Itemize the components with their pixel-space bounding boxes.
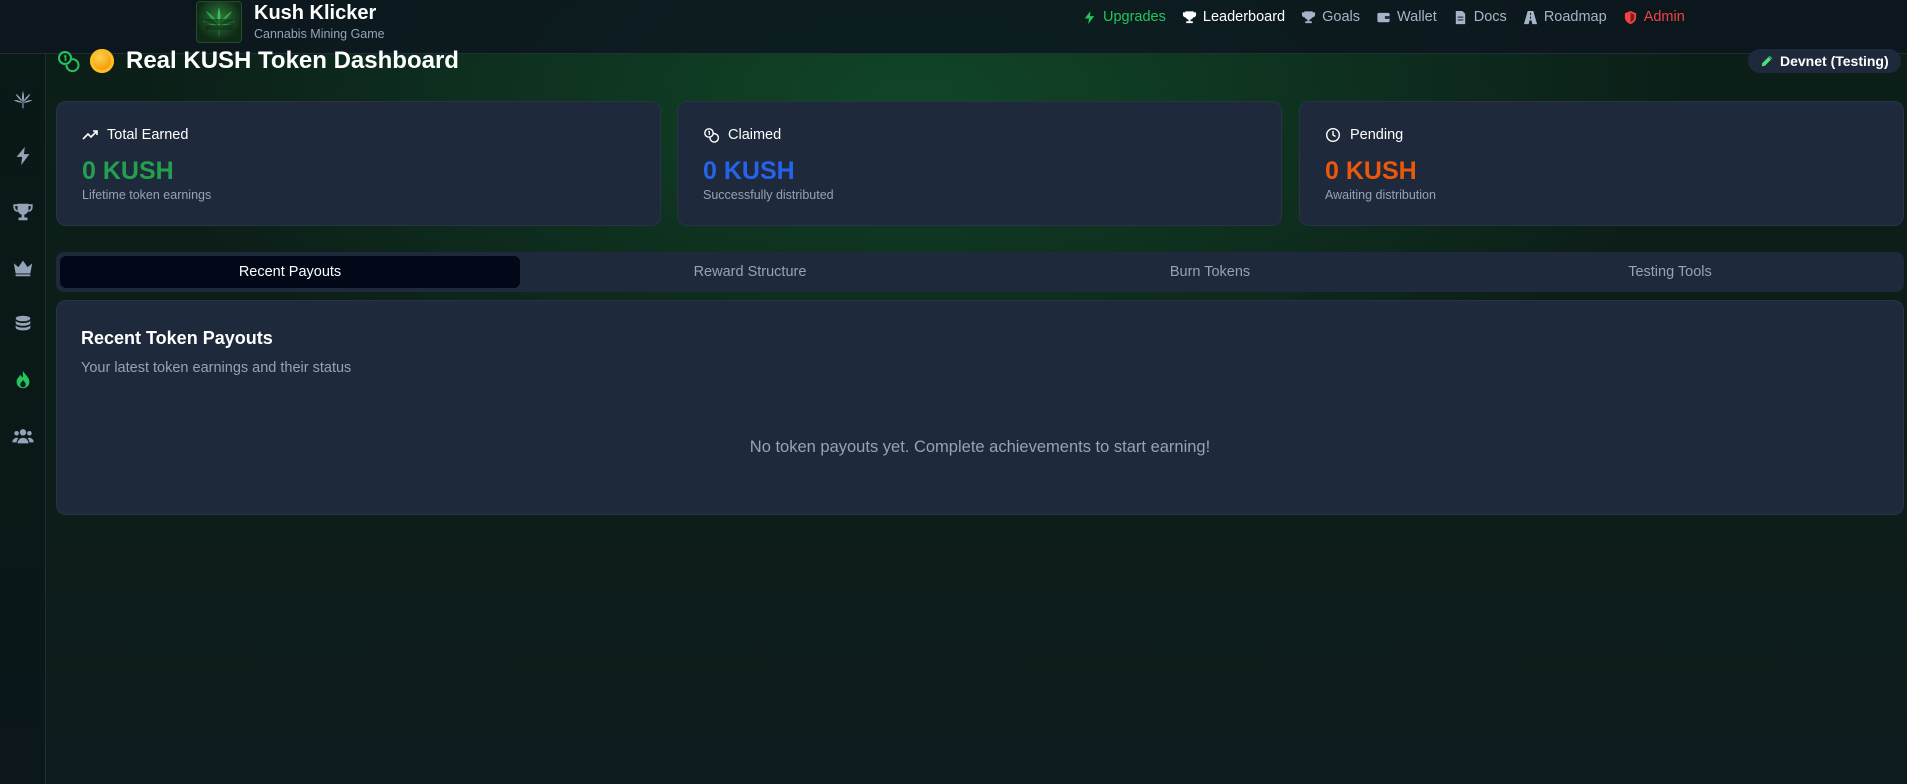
pencil-icon [1761,55,1773,67]
stat-card-claimed: Claimed 0 KUSH Successfully distributed [677,101,1282,226]
stat-description: Awaiting distribution [1325,188,1436,202]
trophy-icon [1302,10,1316,23]
flame-icon [16,370,30,389]
nav-leaderboard-label: Leaderboard [1202,9,1286,25]
trophy-icon [1182,10,1196,23]
panel-subtitle: Your latest token earnings and their sta… [81,360,352,376]
nav-admin-label: Admin [1643,9,1685,25]
nav-wallet-label: Wallet [1397,9,1437,25]
nav-goals[interactable]: Goals [1301,9,1360,25]
stat-card-total-earned: Total Earned 0 KUSH Lifetime token earni… [56,101,661,226]
bolt-icon [1084,10,1095,24]
shield-icon [1624,10,1636,24]
nav-upgrades-label: Upgrades [1103,9,1166,25]
tab-recent-payouts[interactable]: Recent Payouts [60,256,520,288]
stat-description: Successfully distributed [703,188,834,202]
sidebar-item-leaderboard[interactable] [11,256,35,280]
stat-label: Total Earned [107,127,189,143]
network-badge: Devnet (Testing) [1748,49,1901,73]
tab-testing-tools[interactable]: Testing Tools [1440,256,1900,288]
document-icon [1455,10,1465,24]
app-title: Kush Klicker [254,2,377,24]
cannabis-leaf-icon [13,90,33,109]
brand[interactable]: Kush Klicker Cannabis Mining Game [196,0,385,44]
nav-goals-label: Goals [1322,9,1361,25]
network-badge-label: Devnet (Testing) [1780,53,1889,69]
coins-icon [15,315,31,331]
page-title: Real KUSH Token Dashboard [126,47,459,74]
cannabis-leaf-icon [203,7,235,36]
coin-icon [90,49,114,73]
nav-roadmap-label: Roadmap [1543,9,1607,25]
nav-docs[interactable]: Docs [1453,9,1507,25]
stat-value: 0 KUSH [703,157,795,185]
stat-value: 0 KUSH [82,157,174,185]
top-nav: Upgrades Leaderboard Goals Wallet Docs R… [1082,6,1701,28]
clock-icon [1325,127,1341,143]
nav-admin[interactable]: Admin [1623,9,1685,25]
stat-description: Lifetime token earnings [82,188,212,202]
stat-value: 0 KUSH [1325,157,1417,185]
stat-label: Pending [1350,127,1404,143]
nav-wallet[interactable]: Wallet [1376,9,1437,25]
page-heading: Real KUSH Token Dashboard [56,46,459,76]
trophy-icon [13,203,33,221]
nav-upgrades[interactable]: Upgrades [1082,9,1166,25]
sidebar-item-burn[interactable] [11,368,35,392]
nav-roadmap[interactable]: Roadmap [1523,9,1607,25]
panel-title: Recent Token Payouts [81,328,273,348]
sidebar-item-community[interactable] [11,424,35,448]
crown-icon [13,260,33,277]
coins-icon [58,51,80,73]
trending-up-icon [82,130,98,140]
app-logo [196,1,242,43]
road-icon [1523,10,1537,24]
sidebar-item-achievements[interactable] [11,200,35,224]
tab-list: Recent Payouts Reward Structure Burn Tok… [56,252,1904,292]
empty-state-message: No token payouts yet. Complete achieveme… [749,438,1211,456]
stat-card-pending: Pending 0 KUSH Awaiting distribution [1299,101,1904,226]
wallet-icon [1377,12,1390,22]
sidebar [0,54,46,784]
nav-leaderboard[interactable]: Leaderboard [1182,9,1285,25]
tab-burn-tokens[interactable]: Burn Tokens [980,256,1440,288]
sidebar-item-upgrades[interactable] [11,144,35,168]
app-subtitle: Cannabis Mining Game [254,27,385,41]
recent-payouts-panel: Recent Token Payouts Your latest token e… [56,300,1904,515]
coins-icon [704,128,719,143]
sidebar-item-tokens[interactable] [11,312,35,336]
stat-label: Claimed [728,127,782,143]
nav-docs-label: Docs [1473,9,1507,25]
tab-reward-structure[interactable]: Reward Structure [520,256,980,288]
users-icon [12,429,34,444]
bolt-icon [16,146,30,166]
sidebar-item-cannabis[interactable] [11,88,35,112]
